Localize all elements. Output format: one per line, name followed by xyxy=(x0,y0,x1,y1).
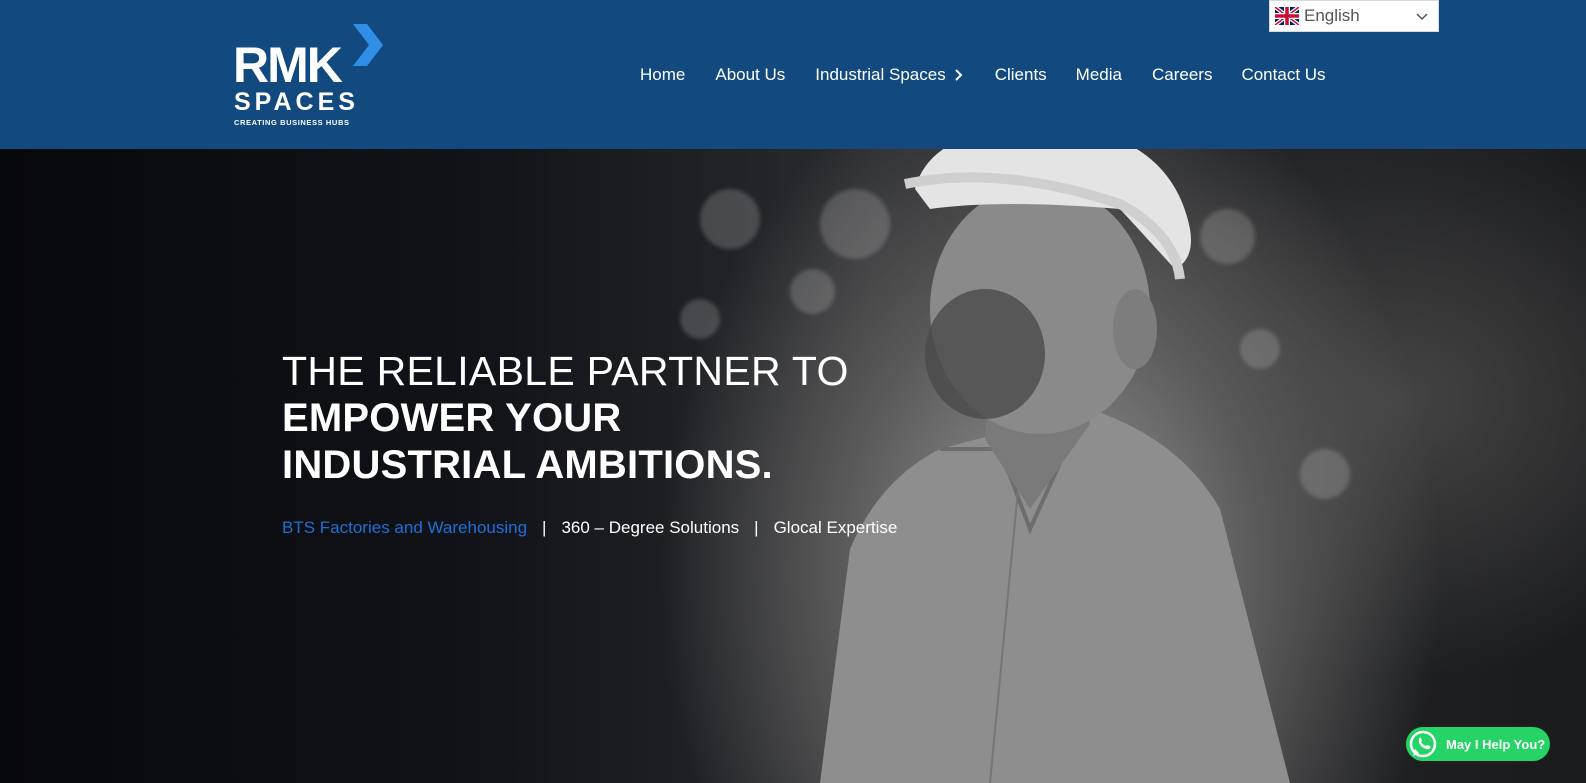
hero-subline-item: 360 – Degree Solutions xyxy=(561,518,740,537)
language-label: English xyxy=(1304,6,1360,25)
separator: | xyxy=(754,518,759,537)
logo-tagline: CREATING BUSINESS HUBS xyxy=(234,118,350,127)
nav-about-us[interactable]: About Us xyxy=(715,64,785,86)
nav-home[interactable]: Home xyxy=(640,64,685,86)
whatsapp-icon xyxy=(1406,727,1440,761)
chevron-right-icon xyxy=(954,69,963,81)
logo-wordmark: RMK xyxy=(233,37,343,93)
chevron-down-icon xyxy=(1416,13,1428,21)
hero-heading: THE RELIABLE PARTNER TO EMPOWER YOUR IND… xyxy=(282,347,849,489)
hero-heading-line3: INDUSTRIAL AMBITIONS. xyxy=(282,443,773,487)
nav-industrial-spaces-label[interactable]: Industrial Spaces xyxy=(815,64,945,86)
separator: | xyxy=(542,518,547,537)
bts-factories-link[interactable]: BTS Factories and Warehousing xyxy=(282,518,527,538)
logo-chevron-icon xyxy=(353,24,383,66)
nav-media[interactable]: Media xyxy=(1076,64,1122,86)
whatsapp-label: May I Help You? xyxy=(1446,736,1546,752)
main-nav: Home About Us Industrial Spaces Clients … xyxy=(640,64,1326,86)
rmk-spaces-logo[interactable]: RMK SPACES CREATING BUSINESS HUBS xyxy=(233,24,393,129)
nav-careers[interactable]: Careers xyxy=(1152,64,1212,86)
uk-flag-icon xyxy=(1275,7,1299,25)
nav-contact-us[interactable]: Contact Us xyxy=(1241,64,1325,86)
nav-industrial-spaces[interactable]: Industrial Spaces xyxy=(815,64,963,86)
hero-heading-line2: EMPOWER YOUR xyxy=(282,396,622,440)
hero-heading-line1: THE RELIABLE PARTNER TO xyxy=(282,348,849,394)
hero-banner: THE RELIABLE PARTNER TO EMPOWER YOUR IND… xyxy=(0,149,1586,783)
whatsapp-chat-button[interactable]: May I Help You? xyxy=(1406,727,1550,761)
hero-subline-item: Glocal Expertise xyxy=(773,518,898,537)
language-selector[interactable]: English xyxy=(1269,0,1439,32)
nav-clients[interactable]: Clients xyxy=(995,64,1047,86)
logo-subtitle: SPACES xyxy=(234,88,359,116)
hero-subline: BTS Factories and Warehousing | 360 – De… xyxy=(282,518,897,538)
